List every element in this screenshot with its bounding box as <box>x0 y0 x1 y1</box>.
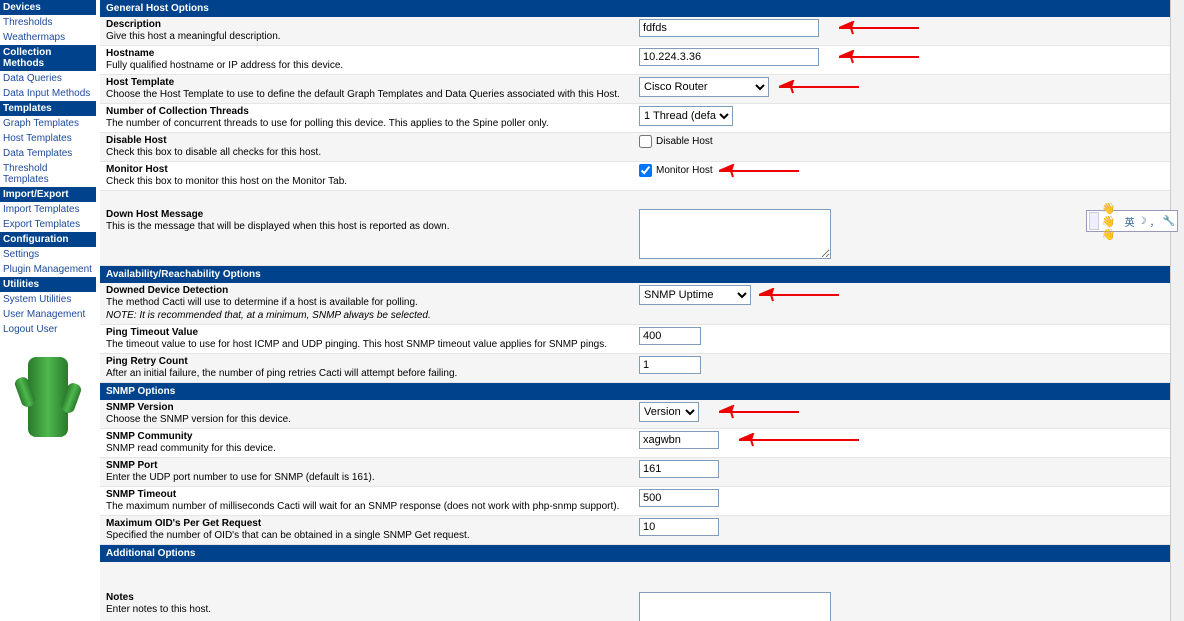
select-hosttemplate[interactable]: Cisco Router <box>639 77 769 97</box>
desc-notes: Enter notes to this host. <box>106 603 629 616</box>
sidebar-item-weathermaps[interactable]: Weathermaps <box>0 30 96 45</box>
label-snmptimeout: SNMP Timeout <box>106 489 629 500</box>
sidebar-header-config: Configuration <box>0 232 96 247</box>
label-snmpport: SNMP Port <box>106 460 629 471</box>
select-snmpver[interactable]: Version 2 <box>639 402 699 422</box>
checkbox-monitor[interactable] <box>639 164 652 177</box>
sidebar-item-sysutil[interactable]: System Utilities <box>0 292 96 307</box>
sidebar-header-templates: Templates <box>0 101 96 116</box>
scrollbar[interactable] <box>1170 0 1184 621</box>
main-form: General Host Options DescriptionGive thi… <box>100 0 1170 621</box>
input-snmpport[interactable] <box>639 460 719 478</box>
sidebar-item-logout[interactable]: Logout User <box>0 322 96 337</box>
input-hostname[interactable] <box>639 48 819 66</box>
sidebar-item-settings[interactable]: Settings <box>0 247 96 262</box>
sidebar-item-datatpl[interactable]: Data Templates <box>0 146 96 161</box>
sidebar-item-datainput[interactable]: Data Input Methods <box>0 86 96 101</box>
desc-downed: The method Cacti will use to determine i… <box>106 296 629 309</box>
sidebar-item-graphtpl[interactable]: Graph Templates <box>0 116 96 131</box>
sidebar-header-collection: Collection Methods <box>0 45 96 71</box>
sidebar-header-devices: Devices <box>0 0 96 15</box>
ime-text: 英 <box>1125 214 1135 229</box>
input-pingtimeout[interactable] <box>639 327 701 345</box>
label-snmpcomm: SNMP Community <box>106 431 629 442</box>
sidebar-item-importtpl[interactable]: Import Templates <box>0 202 96 217</box>
label-downmsg: Down Host Message <box>106 209 629 220</box>
desc-snmpport: Enter the UDP port number to use for SNM… <box>106 471 629 484</box>
section-snmp: SNMP Options <box>100 383 1170 400</box>
sidebar-item-usermgmt[interactable]: User Management <box>0 307 96 322</box>
sidebar-header-utilities: Utilities <box>0 277 96 292</box>
cacti-logo-icon <box>28 357 68 437</box>
sidebar-item-exporttpl[interactable]: Export Templates <box>0 217 96 232</box>
sidebar: Devices Thresholds Weathermaps Collectio… <box>0 0 96 621</box>
sidebar-header-importexport: Import/Export <box>0 187 96 202</box>
comma-icon: ， <box>1150 214 1160 229</box>
checkbox-disable[interactable] <box>639 135 652 148</box>
desc-threads: The number of concurrent threads to use … <box>106 117 629 130</box>
label-hosttemplate: Host Template <box>106 77 629 88</box>
select-downed[interactable]: SNMP Uptime <box>639 285 751 305</box>
ime-widget[interactable]: 👋👋👋 英 ☽ ， 🔧 <box>1086 210 1178 232</box>
note-downed: NOTE: It is recommended that, at a minim… <box>106 310 431 321</box>
moon-icon: ☽ <box>1138 216 1147 227</box>
wave-icons: 👋👋👋 <box>1102 202 1122 241</box>
desc-description: Give this host a meaningful description. <box>106 30 629 43</box>
desc-hosttemplate: Choose the Host Template to use to defin… <box>106 88 629 101</box>
textarea-notes[interactable] <box>639 592 831 621</box>
label-hostname: Hostname <box>106 48 629 59</box>
desc-maxoid: Specified the number of OID's that can b… <box>106 529 629 542</box>
desc-snmptimeout: The maximum number of milliseconds Cacti… <box>106 500 629 513</box>
sidebar-item-dataqueries[interactable]: Data Queries <box>0 71 96 86</box>
input-snmpcomm[interactable] <box>639 431 719 449</box>
label-snmpver: SNMP Version <box>106 402 629 413</box>
avatar-icon <box>1089 212 1099 230</box>
label-monitor: Monitor Host <box>106 164 629 175</box>
label-pingtimeout: Ping Timeout Value <box>106 327 629 338</box>
checklabel-monitor: Monitor Host <box>656 165 713 176</box>
desc-downmsg: This is the message that will be display… <box>106 220 629 233</box>
label-notes: Notes <box>106 592 629 603</box>
desc-monitor: Check this box to monitor this host on t… <box>106 175 629 188</box>
label-downed: Downed Device Detection <box>106 285 629 296</box>
desc-pingretry: After an initial failure, the number of … <box>106 367 629 380</box>
desc-disable: Check this box to disable all checks for… <box>106 146 629 159</box>
select-threads[interactable]: 1 Thread (default) <box>639 106 733 126</box>
checklabel-disable: Disable Host <box>656 136 713 147</box>
sidebar-item-thresholds[interactable]: Thresholds <box>0 15 96 30</box>
section-avail: Availability/Reachability Options <box>100 266 1170 283</box>
label-disable: Disable Host <box>106 135 629 146</box>
sidebar-item-hosttpl[interactable]: Host Templates <box>0 131 96 146</box>
input-description[interactable] <box>639 19 819 37</box>
sidebar-item-plugins[interactable]: Plugin Management <box>0 262 96 277</box>
desc-hostname: Fully qualified hostname or IP address f… <box>106 59 629 72</box>
wrench-icon: 🔧 <box>1163 216 1175 227</box>
label-description: Description <box>106 19 629 30</box>
desc-snmpver: Choose the SNMP version for this device. <box>106 413 629 426</box>
desc-snmpcomm: SNMP read community for this device. <box>106 442 629 455</box>
input-maxoid[interactable] <box>639 518 719 536</box>
sidebar-item-thresholdtpl[interactable]: Threshold Templates <box>0 161 96 187</box>
textarea-downmsg[interactable] <box>639 209 831 259</box>
input-pingretry[interactable] <box>639 356 701 374</box>
desc-pingtimeout: The timeout value to use for host ICMP a… <box>106 338 629 351</box>
section-general: General Host Options <box>100 0 1170 17</box>
input-snmptimeout[interactable] <box>639 489 719 507</box>
label-maxoid: Maximum OID's Per Get Request <box>106 518 629 529</box>
label-threads: Number of Collection Threads <box>106 106 629 117</box>
label-pingretry: Ping Retry Count <box>106 356 629 367</box>
section-additional: Additional Options <box>100 545 1170 562</box>
